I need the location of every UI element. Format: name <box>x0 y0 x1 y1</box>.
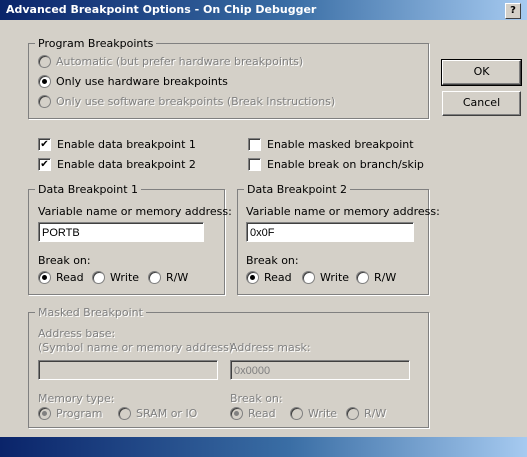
radio-automatic-indicator <box>38 55 51 68</box>
address-mask-input[interactable]: 0x0000 <box>230 360 410 380</box>
bp2-read-indicator <box>246 271 259 284</box>
ok-button[interactable]: OK <box>441 59 522 86</box>
bp2-rw-radio[interactable]: R/W <box>356 271 396 284</box>
radio-software-only-indicator <box>38 95 51 108</box>
masked-rw-label: R/W <box>364 407 387 420</box>
bp2-rw-indicator <box>356 271 369 284</box>
window-title: Advanced Breakpoint Options - On Chip De… <box>6 3 317 16</box>
bp1-read-label: Read <box>56 271 84 284</box>
masked-read-indicator <box>230 407 243 420</box>
enable-data-bp1-checkbox[interactable]: ✔ Enable data breakpoint 1 <box>38 138 196 151</box>
bp1-read-indicator <box>38 271 51 284</box>
enable-branch-label: Enable break on branch/skip <box>267 158 424 171</box>
bp1-write-label: Write <box>110 271 140 284</box>
advanced-breakpoint-dialog: Advanced Breakpoint Options - On Chip De… <box>0 0 527 457</box>
masked-write-radio[interactable]: Write <box>290 407 337 420</box>
address-base-hint: (Symbol name or memory address) <box>38 341 234 354</box>
enable-data-bp1-label: Enable data breakpoint 1 <box>57 138 196 151</box>
masked-rw-radio[interactable]: R/W <box>346 407 386 420</box>
enable-masked-label: Enable masked breakpoint <box>267 138 414 151</box>
masked-write-label: Write <box>308 407 338 420</box>
masked-write-indicator <box>290 407 303 420</box>
checkbox-box <box>248 158 261 171</box>
memory-type-sram-radio[interactable]: SRAM or IO <box>118 407 197 420</box>
checkmark-icon: ✔ <box>38 158 51 171</box>
data-breakpoint-1-legend: Data Breakpoint 1 <box>38 183 139 196</box>
enable-data-bp2-checkbox[interactable]: ✔ Enable data breakpoint 2 <box>38 158 196 171</box>
radio-automatic[interactable]: Automatic (but prefer hardware breakpoin… <box>38 55 303 68</box>
masked-read-label: Read <box>248 407 276 420</box>
address-base-label: Address base: <box>38 327 116 340</box>
memory-type-program-label: Program <box>56 407 103 420</box>
radio-software-only-label: Only use software breakpoints (Break Ins… <box>56 95 336 108</box>
bp2-read-label: Read <box>264 271 292 284</box>
bp2-write-radio[interactable]: Write <box>302 271 349 284</box>
bp1-rw-label: R/W <box>166 271 189 284</box>
radio-hardware-only[interactable]: Only use hardware breakpoints <box>38 75 228 88</box>
help-button[interactable]: ? <box>505 3 521 19</box>
radio-hardware-only-label: Only use hardware breakpoints <box>56 75 228 88</box>
memory-type-program-radio[interactable]: Program <box>38 407 102 420</box>
data-breakpoint-2-legend: Data Breakpoint 2 <box>247 183 348 196</box>
bp2-read-radio[interactable]: Read <box>246 271 292 284</box>
checkmark-icon: ✔ <box>38 138 51 151</box>
bp1-rw-radio[interactable]: R/W <box>148 271 188 284</box>
enable-masked-checkbox[interactable]: Enable masked breakpoint <box>248 138 414 151</box>
memory-type-label: Memory type: <box>38 392 115 405</box>
bp1-address-label: Variable name or memory address: <box>38 205 232 218</box>
radio-automatic-label: Automatic (but prefer hardware breakpoin… <box>56 55 304 68</box>
masked-breakpoint-legend: Masked Breakpoint <box>38 306 143 319</box>
memory-type-sram-label: SRAM or IO <box>136 407 198 420</box>
program-breakpoints-legend: Program Breakpoints <box>38 37 154 50</box>
memory-type-sram-indicator <box>118 407 131 420</box>
bp2-address-label: Variable name or memory address: <box>246 205 440 218</box>
masked-break-on-label: Break on: <box>230 392 283 405</box>
address-mask-label: Address mask: <box>230 341 311 354</box>
enable-data-bp2-label: Enable data breakpoint 2 <box>57 158 196 171</box>
title-bar[interactable]: Advanced Breakpoint Options - On Chip De… <box>0 0 527 20</box>
masked-read-radio[interactable]: Read <box>230 407 276 420</box>
bp2-write-label: Write <box>320 271 350 284</box>
memory-type-program-indicator <box>38 407 51 420</box>
bp1-rw-indicator <box>148 271 161 284</box>
bp2-address-input[interactable]: 0x0F <box>246 222 414 242</box>
bp1-address-input[interactable]: PORTB <box>38 222 204 242</box>
bp2-break-on-label: Break on: <box>246 254 299 267</box>
enable-branch-checkbox[interactable]: Enable break on branch/skip <box>248 158 424 171</box>
checkbox-box <box>248 138 261 151</box>
bottom-strip <box>0 437 527 457</box>
radio-hardware-only-indicator <box>38 75 51 88</box>
bp2-rw-label: R/W <box>374 271 397 284</box>
radio-software-only[interactable]: Only use software breakpoints (Break Ins… <box>38 95 335 108</box>
masked-rw-indicator <box>346 407 359 420</box>
bp2-write-indicator <box>302 271 315 284</box>
bp1-break-on-label: Break on: <box>38 254 91 267</box>
bp1-write-indicator <box>92 271 105 284</box>
bp1-read-radio[interactable]: Read <box>38 271 84 284</box>
cancel-button[interactable]: Cancel <box>442 91 521 116</box>
bp1-write-radio[interactable]: Write <box>92 271 139 284</box>
address-base-input[interactable] <box>38 360 218 380</box>
